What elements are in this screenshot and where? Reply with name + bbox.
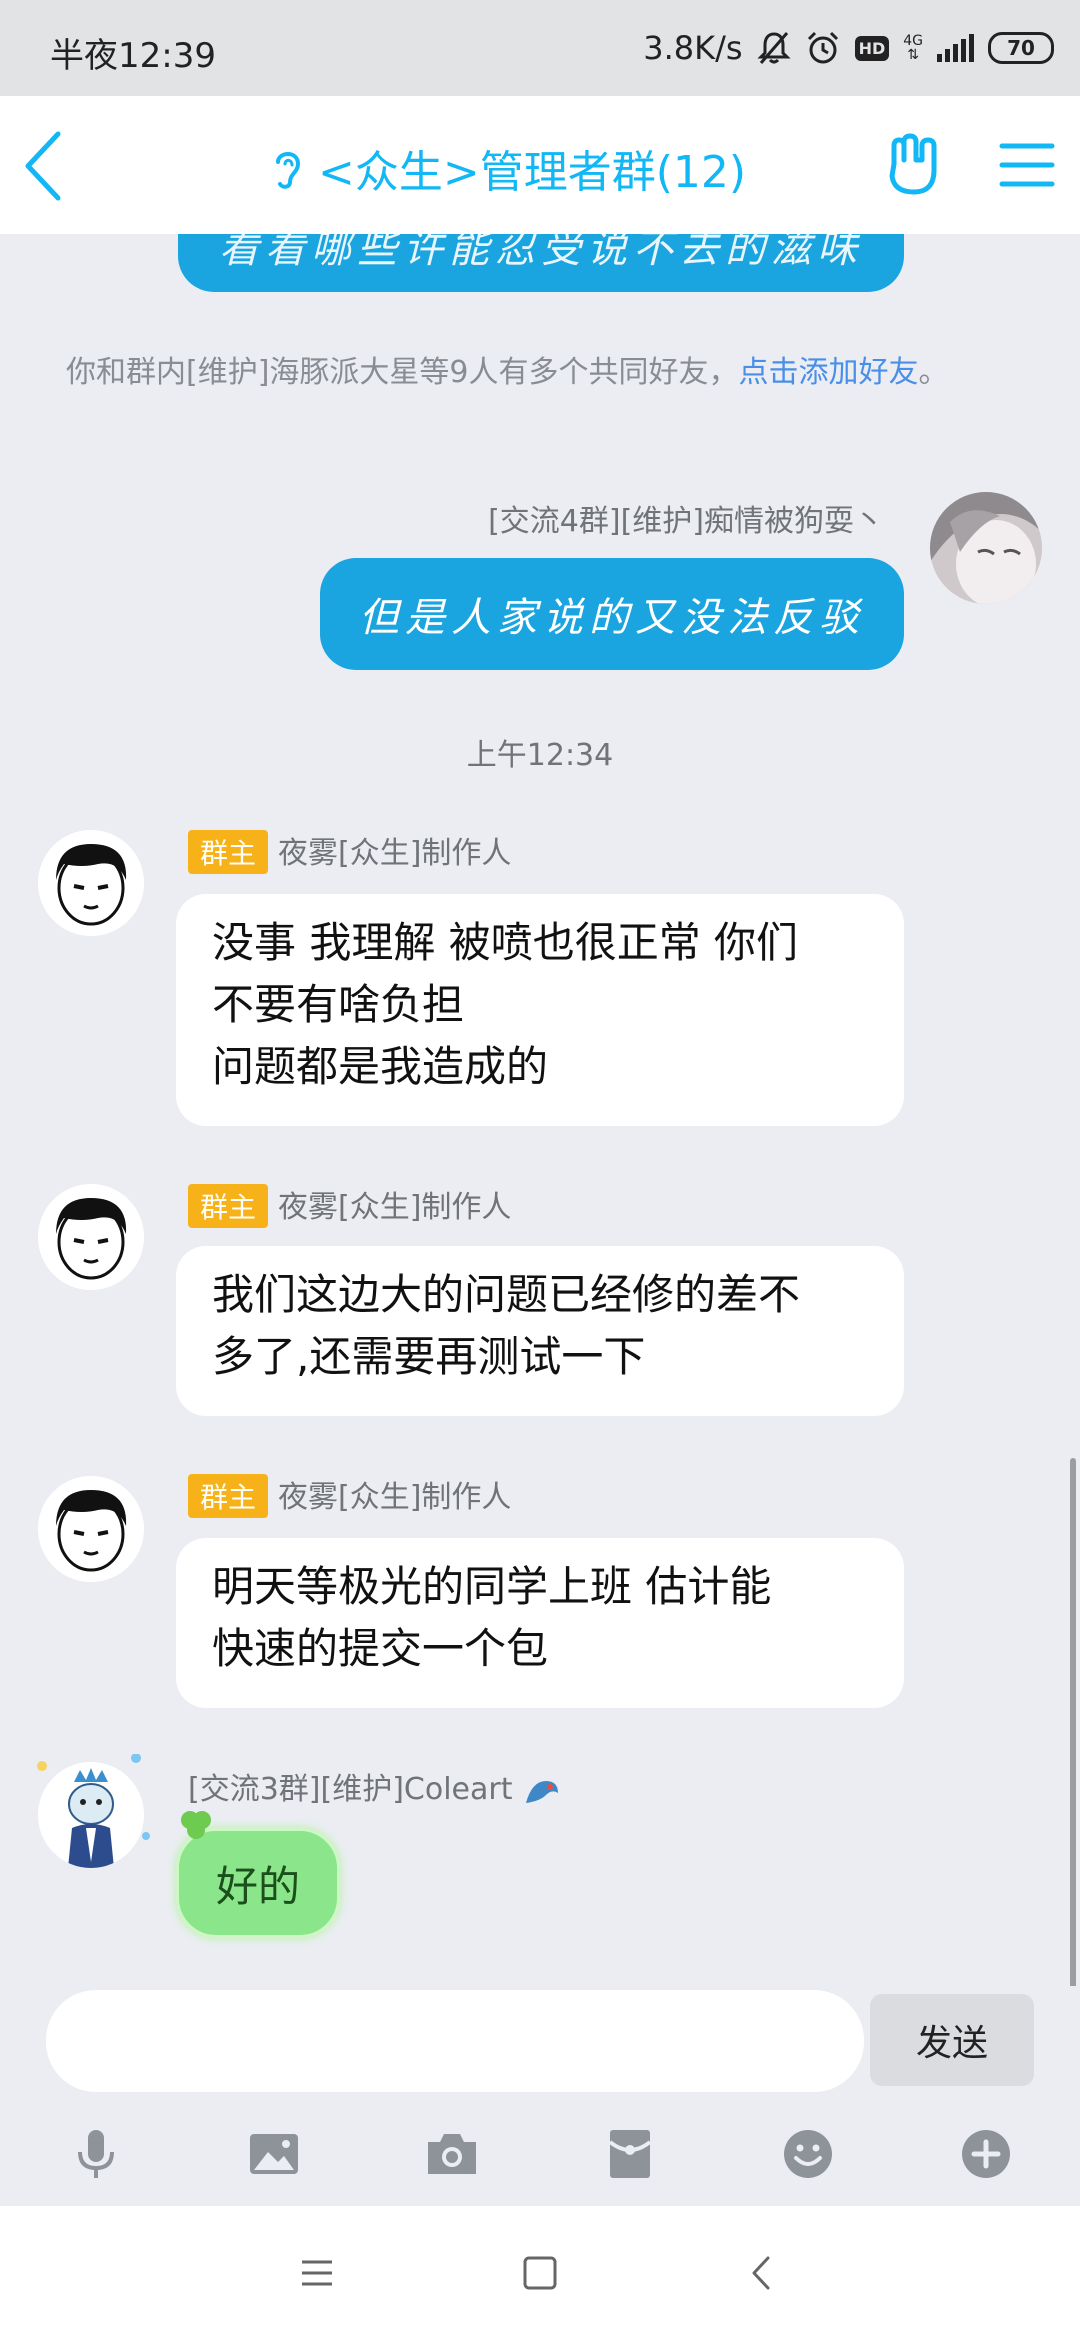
system-tip: 你和群内[维护]海豚派大星等9人有多个共同好友，点击添加好友。 xyxy=(66,350,996,396)
battery-icon: 70 xyxy=(988,32,1054,64)
message-bubble[interactable]: 明天等极光的同学上班 估计能 快速的提交一个包 xyxy=(176,1538,904,1708)
system-nav-bar xyxy=(0,2206,1080,2340)
my-avatar[interactable] xyxy=(930,492,1042,604)
emoji-icon[interactable] xyxy=(780,2126,836,2182)
sender-name: 夜雾[众生]制作人 xyxy=(278,1480,512,1515)
message-input[interactable] xyxy=(46,1990,864,2092)
message-bubble[interactable]: 没事 我理解 被喷也很正常 你们 不要有啥负担 问题都是我造成的 xyxy=(176,894,904,1126)
nav-back-icon[interactable] xyxy=(740,2250,786,2296)
hd-icon: HD xyxy=(854,35,890,61)
message-bubble[interactable]: 我们这边大的问题已经修的差不 多了,还需要再测试一下 xyxy=(176,1246,904,1416)
cartoon-face-icon xyxy=(38,1184,144,1290)
scrollbar[interactable] xyxy=(1070,1458,1076,1986)
chat-title: <众生>管理者群(12) xyxy=(318,147,747,198)
avatar-sparkle-icon xyxy=(37,1754,150,1840)
cartoon-face-icon xyxy=(38,1476,144,1582)
system-tip-end: 。 xyxy=(918,355,949,390)
owner-badge: 群主 xyxy=(188,1184,269,1228)
input-toolbar xyxy=(0,2106,1080,2206)
status-bar: 半夜12:39 3.8K/s HD 4G ⇅ 70 xyxy=(0,0,1080,96)
input-area: 发送 xyxy=(0,1986,1080,2106)
network-type-label: 4G xyxy=(903,33,923,49)
owner-badge: 群主 xyxy=(188,1474,269,1518)
back-button[interactable] xyxy=(14,126,74,206)
message-sender: 群主 夜雾[众生]制作人 xyxy=(188,828,511,874)
network-type-icon: 4G ⇅ xyxy=(903,34,923,62)
mute-bell-icon xyxy=(756,32,791,64)
anime-avatar-image xyxy=(930,492,1042,604)
camera-icon[interactable] xyxy=(424,2126,480,2182)
chat-header: <众生>管理者群(12) xyxy=(0,96,1080,234)
alarm-icon xyxy=(807,31,838,64)
sender-name: 夜雾[众生]制作人 xyxy=(278,1190,512,1225)
time-divider: 上午12:34 xyxy=(466,738,614,773)
hand-gesture-icon[interactable] xyxy=(880,130,950,200)
cartoon-face-icon xyxy=(38,830,144,936)
menu-icon[interactable] xyxy=(992,130,1062,200)
net-speed: 3.8K/s xyxy=(643,29,743,67)
owner-badge: 群主 xyxy=(188,830,269,874)
chat-area[interactable]: 看看哪些许能忍受说不去的滋味 你和群内[维护]海豚派大星等9人有多个共同好友，点… xyxy=(0,234,1080,1986)
recent-apps-icon[interactable] xyxy=(294,2250,340,2296)
ear-icon xyxy=(276,152,301,189)
owner-avatar[interactable] xyxy=(38,1476,144,1582)
message-sender: 群主 夜雾[众生]制作人 xyxy=(188,1472,511,1518)
message-sender: [交流3群][维护]Coleart xyxy=(188,1764,562,1809)
signal-icon xyxy=(937,34,974,62)
outgoing-sender-name: [交流4群][维护]痴情被狗耍丶 xyxy=(488,504,884,539)
status-time: 半夜12:39 xyxy=(50,36,216,76)
sender-name: [交流3群][维护]Coleart xyxy=(188,1772,513,1807)
microphone-icon[interactable] xyxy=(68,2126,124,2182)
system-tip-text: 你和群内[维护]海豚派大星等9人有多个共同好友， xyxy=(66,355,739,390)
outgoing-bubble-partial[interactable]: 看看哪些许能忍受说不去的滋味 xyxy=(178,234,904,292)
red-packet-icon[interactable] xyxy=(602,2126,658,2182)
status-icons: 3.8K/s HD 4G ⇅ 70 xyxy=(643,26,1054,70)
outgoing-bubble-partial-text: 看看哪些许能忍受说不去的滋味 xyxy=(219,234,863,272)
clover-icon xyxy=(181,1811,211,1839)
chat-title-area[interactable]: <众生>管理者群(12) xyxy=(270,136,746,200)
owner-avatar[interactable] xyxy=(38,830,144,936)
send-button[interactable]: 发送 xyxy=(870,1994,1034,2086)
image-icon[interactable] xyxy=(246,2126,302,2182)
add-friend-link[interactable]: 点击添加好友 xyxy=(739,355,919,390)
home-icon[interactable] xyxy=(517,2250,563,2296)
data-arrows-icon: ⇅ xyxy=(907,47,919,63)
plus-icon[interactable] xyxy=(958,2126,1014,2182)
sender-name: 夜雾[众生]制作人 xyxy=(278,836,512,871)
outgoing-message-bubble[interactable]: 但是人家说的又没法反驳 xyxy=(320,558,904,670)
dragon-badge-icon xyxy=(526,1780,559,1803)
message-sender: 群主 夜雾[众生]制作人 xyxy=(188,1182,511,1228)
owner-avatar[interactable] xyxy=(38,1184,144,1290)
sticker-bubble-text: 好的 xyxy=(215,1861,300,1911)
outgoing-message-text: 但是人家说的又没法反驳 xyxy=(359,595,865,641)
